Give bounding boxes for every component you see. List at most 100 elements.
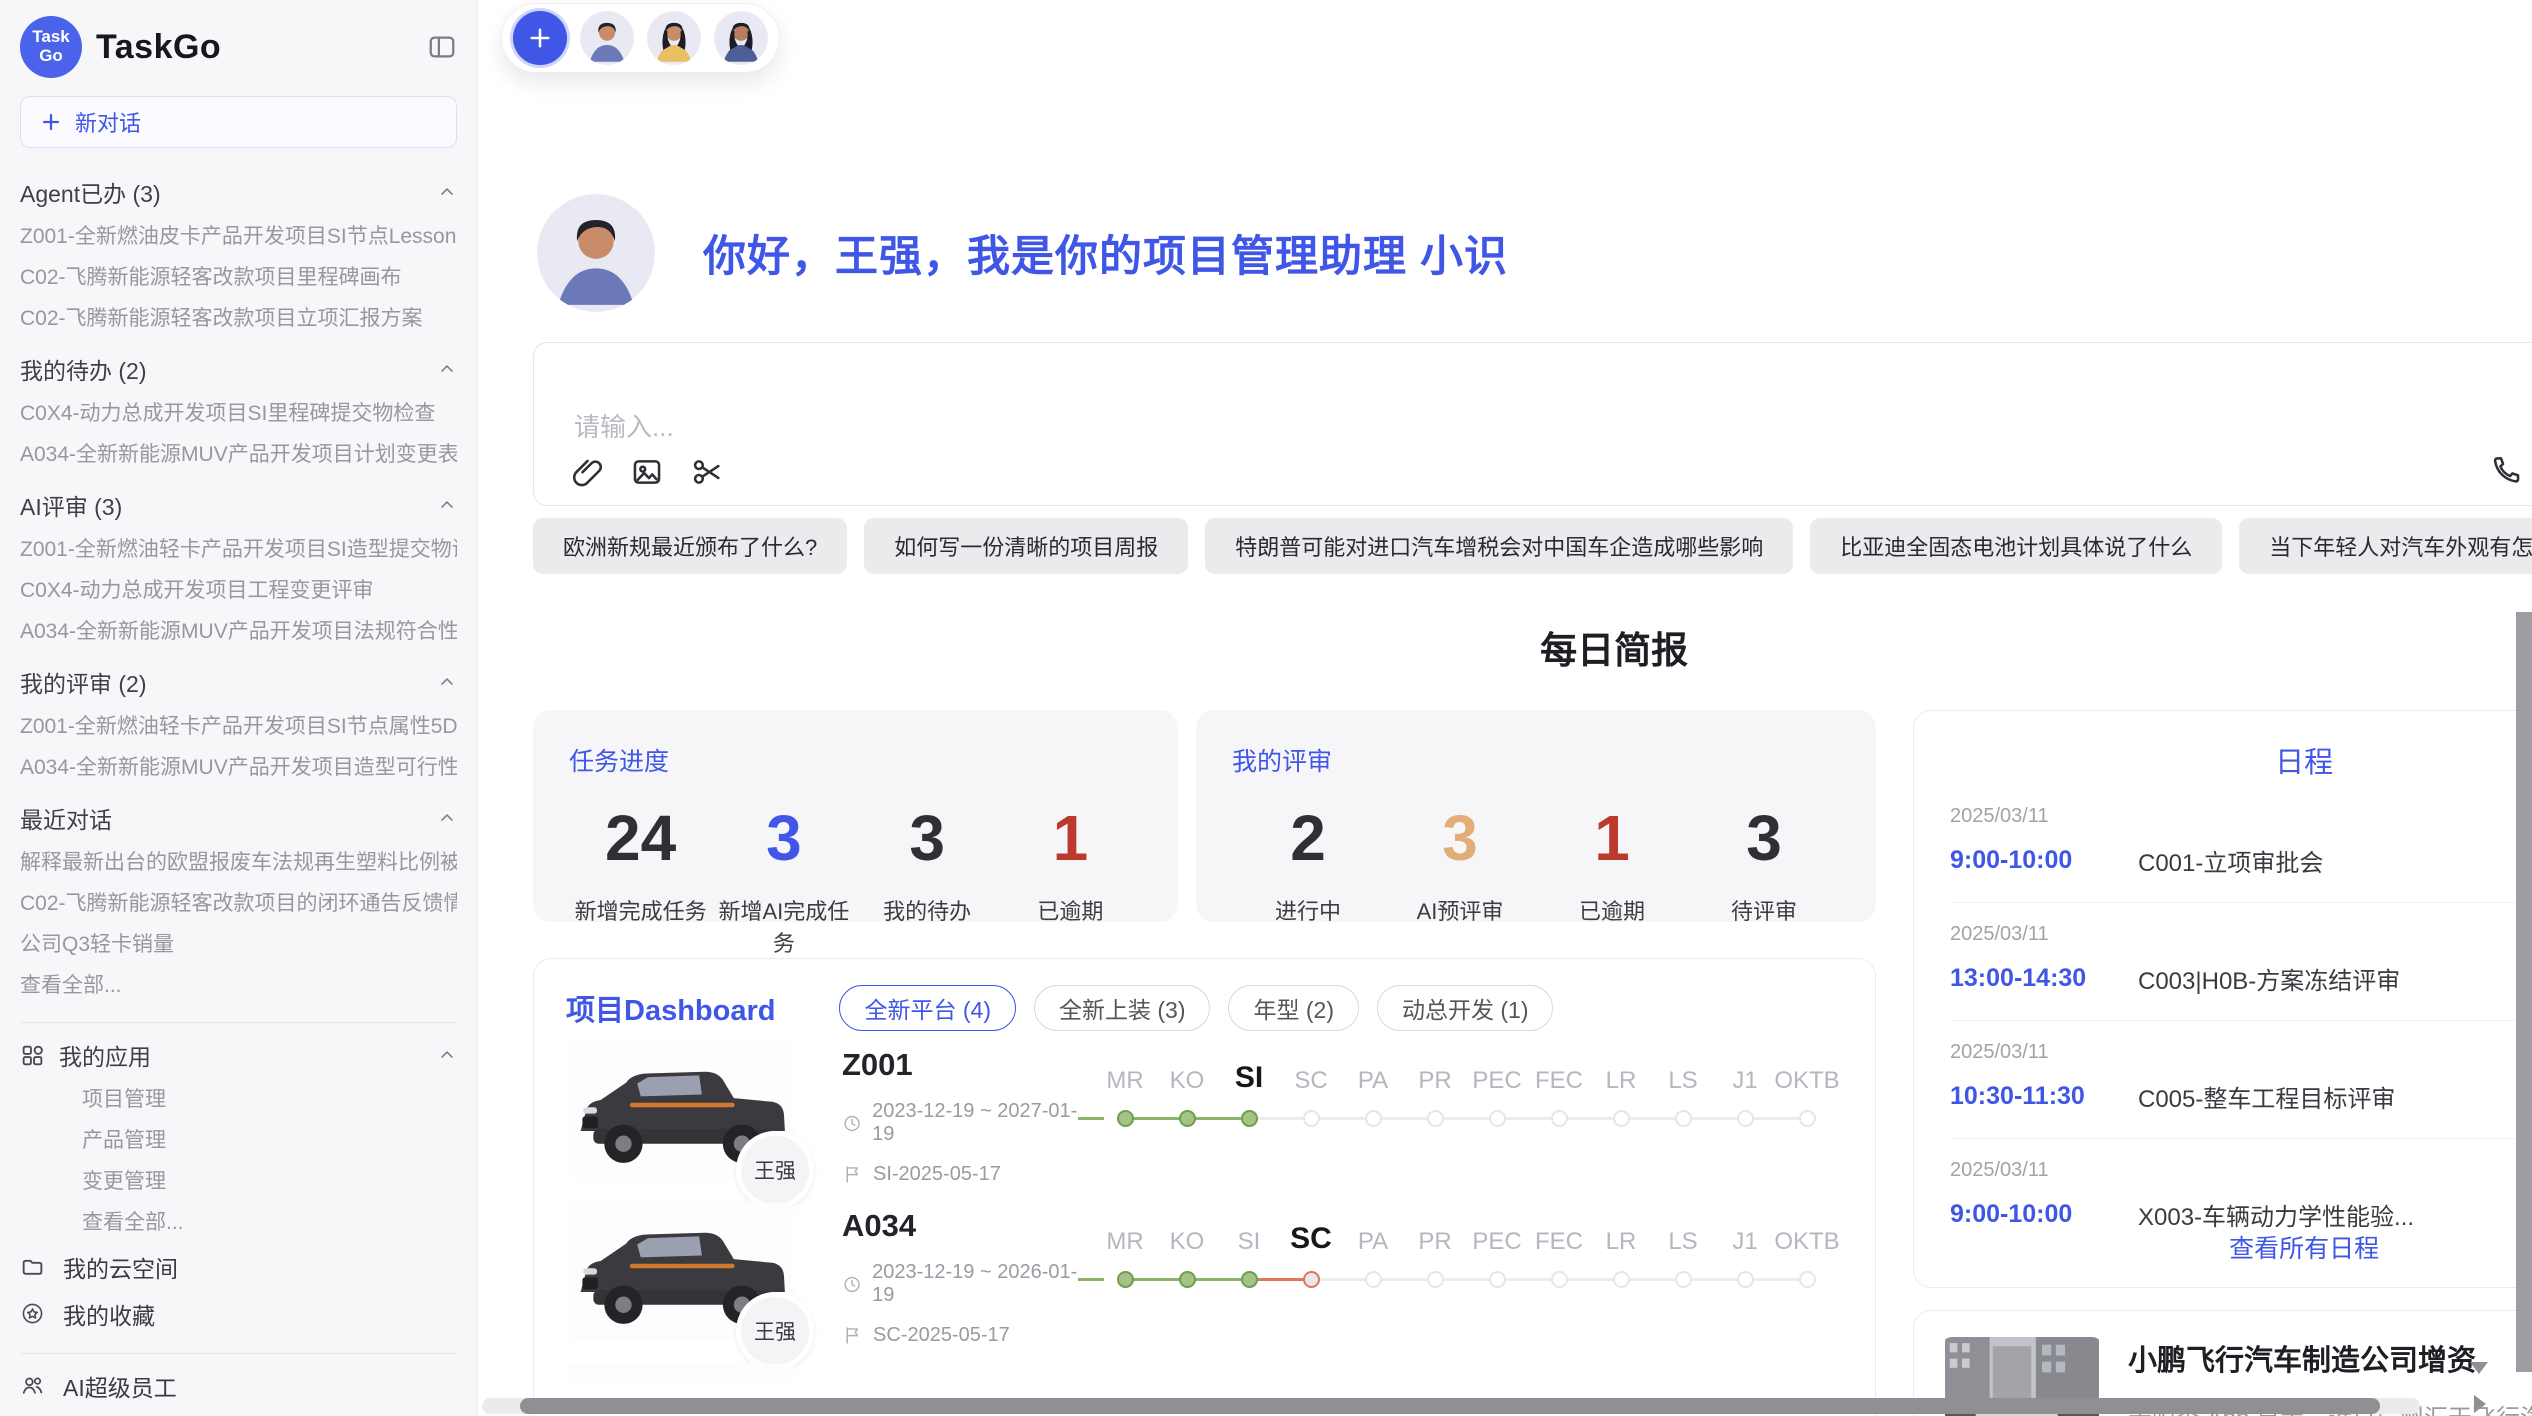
app-logo: Task Go bbox=[20, 16, 82, 78]
sidebar-item[interactable]: Z001-全新燃油皮卡产品开发项目SI节点Lesson Learn报告 bbox=[20, 216, 457, 257]
project-row: 王强A0342023-12-19 ~ 2026-01-19SC-2025-05-… bbox=[566, 1202, 1843, 1342]
dashboard-filter[interactable]: 全新平台 (4) bbox=[839, 985, 1016, 1031]
main-area: 王强 你好，王强，我是你的项目管理助理 小识 请输入... 欧洲新规最近颁布了什… bbox=[478, 0, 2532, 1416]
sidebar-item-favorites[interactable]: 我的收藏 bbox=[20, 1290, 457, 1337]
milestone-dot bbox=[1675, 1110, 1692, 1127]
scroll-down-arrow[interactable] bbox=[2470, 1362, 2488, 1374]
stat-label: 待评审 bbox=[1688, 894, 1840, 926]
input-voice-tools bbox=[2490, 453, 2532, 487]
schedule-item: 2025/03/1113:00-14:30C003|H0B-方案冻结评审加入 bbox=[1950, 903, 2532, 1021]
horizontal-scrollbar[interactable] bbox=[482, 1398, 2420, 1414]
milestone-label: PA bbox=[1342, 1210, 1404, 1256]
briefing-card: 任务进度24新增完成任务3新增AI完成任务3我的待办1已逾期 bbox=[533, 710, 1178, 922]
paperclip-icon[interactable] bbox=[570, 455, 604, 489]
schedule-row: 10:30-11:30C005-整车工程目标评审加入 bbox=[1950, 1079, 2532, 1114]
stat: 1已逾期 bbox=[1536, 806, 1688, 926]
milestone-connector bbox=[1745, 1117, 1807, 1120]
sidebar-section-header[interactable]: 我的待办 (2) bbox=[20, 345, 457, 393]
dashboard-filter[interactable]: 年型 (2) bbox=[1228, 985, 1359, 1031]
sidebar-item[interactable]: C02-飞腾新能源轻客改款项目的闭环通告反馈情况 bbox=[20, 883, 457, 924]
chat-input-placeholder: 请输入... bbox=[574, 407, 674, 444]
milestone-label: MR bbox=[1094, 1049, 1156, 1095]
milestone: LR bbox=[1590, 1210, 1652, 1342]
milestone-dot bbox=[1737, 1110, 1754, 1127]
project-row: 王强Z0012023-12-19 ~ 2027-01-19SI-2025-05-… bbox=[566, 1041, 1843, 1181]
sidebar-apps-header[interactable]: 我的应用 bbox=[20, 1031, 457, 1079]
sidebar-section-header[interactable]: Agent已办 (3) bbox=[20, 168, 457, 216]
milestone-dot bbox=[1551, 1271, 1568, 1288]
sidebar-section-title: 最近对话 bbox=[20, 801, 437, 835]
member-avatar[interactable] bbox=[647, 11, 701, 65]
sidebar-collapse-icon[interactable] bbox=[427, 32, 457, 62]
schedule-title: 日程 bbox=[1914, 739, 2532, 781]
sidebar-item[interactable]: C02-飞腾新能源轻客改款项目里程碑画布 bbox=[20, 257, 457, 298]
new-chat-button[interactable]: 新对话 bbox=[20, 96, 457, 148]
sidebar-item-ai-super-staff[interactable]: AI超级员工 bbox=[20, 1362, 457, 1409]
sidebar-item[interactable]: C0X4-动力总成开发项目工程变更评审 bbox=[20, 570, 457, 611]
sidebar-item[interactable]: 解释最新出台的欧盟报废车法规再生塑料比例被调至15%... bbox=[20, 842, 457, 883]
stat-label: AI预评审 bbox=[1384, 894, 1536, 926]
sidebar-item[interactable]: Z001-全新燃油轻卡产品开发项目SI造型提交物评审 bbox=[20, 529, 457, 570]
milestone-connector bbox=[1683, 1278, 1745, 1281]
stat-value: 24 bbox=[569, 806, 712, 870]
sidebar-section-header[interactable]: 我的评审 (2) bbox=[20, 658, 457, 706]
vertical-scrollbar-thumb[interactable] bbox=[2516, 612, 2532, 1372]
suggestion-chip[interactable]: 比亚迪全固态电池计划具体说了什么 bbox=[1810, 518, 2222, 574]
sidebar-item[interactable]: 公司Q3轻卡销量 bbox=[20, 924, 457, 965]
milestone: OKTB bbox=[1776, 1049, 1838, 1181]
project-code: A034 bbox=[842, 1208, 1090, 1244]
sidebar-app-item[interactable]: 变更管理 bbox=[20, 1161, 457, 1202]
milestone-dot bbox=[1365, 1110, 1382, 1127]
milestone: OKTB bbox=[1776, 1210, 1838, 1342]
sidebar-app-item[interactable]: 产品管理 bbox=[20, 1120, 457, 1161]
suggestion-chip[interactable]: 欧洲新规最近颁布了什么? bbox=[533, 518, 847, 574]
scissors-icon[interactable] bbox=[690, 455, 724, 489]
sidebar-app-item[interactable]: 查看全部... bbox=[20, 1202, 457, 1243]
sidebar-app-item[interactable]: 项目管理 bbox=[20, 1079, 457, 1120]
sidebar-item-help-me-write[interactable]: 帮我写作 bbox=[20, 1409, 457, 1416]
milestone-connector bbox=[1559, 1117, 1621, 1120]
view-all-link[interactable]: 查看全部... bbox=[20, 965, 457, 1006]
scroll-right-arrow[interactable] bbox=[2474, 1395, 2486, 1413]
sidebar-item[interactable]: A034-全新新能源MUV产品开发项目造型可行性评审 bbox=[20, 747, 457, 788]
member-avatar[interactable] bbox=[714, 11, 768, 65]
milestone: LS bbox=[1652, 1210, 1714, 1342]
milestone: FEC bbox=[1528, 1049, 1590, 1181]
suggestion-chip[interactable]: 如何写一份清晰的项目周报 bbox=[864, 518, 1188, 574]
view-all-schedule-link[interactable]: 查看所有日程 bbox=[1914, 1229, 2532, 1265]
sidebar-shortcuts: 我的云空间我的收藏 bbox=[20, 1243, 457, 1337]
suggestion-chip[interactable]: 特朗普可能对进口汽车增税会对中国车企造成哪些影响 bbox=[1205, 518, 1793, 574]
member-avatar[interactable] bbox=[580, 11, 634, 65]
milestone: PEC bbox=[1466, 1049, 1528, 1181]
milestone-connector bbox=[1311, 1278, 1373, 1281]
dashboard-filter[interactable]: 动总开发 (1) bbox=[1377, 985, 1554, 1031]
dashboard-filter[interactable]: 全新上装 (3) bbox=[1034, 985, 1211, 1031]
project-image: 王强 bbox=[566, 1041, 798, 1181]
assistant-hero: 你好，王强，我是你的项目管理助理 小识 bbox=[533, 194, 2532, 312]
image-icon[interactable] bbox=[630, 455, 664, 489]
suggestion-chip[interactable]: 当下年轻人对汽车外观有怎样的喜好趋势 bbox=[2239, 518, 2532, 574]
sidebar-item-cloud-space[interactable]: 我的云空间 bbox=[20, 1243, 457, 1290]
briefing-card: 我的评审2进行中3AI预评审1已逾期3待评审 bbox=[1196, 710, 1876, 922]
project-image: 王强 bbox=[566, 1202, 798, 1342]
phone-icon[interactable] bbox=[2490, 453, 2524, 487]
milestone-label: SC bbox=[1280, 1210, 1342, 1256]
sidebar-item[interactable]: A034-全新新能源MUV产品开发项目法规符合性评审 bbox=[20, 611, 457, 652]
milestone: LS bbox=[1652, 1049, 1714, 1181]
sidebar-item[interactable]: A034-全新新能源MUV产品开发项目计划变更表编写 bbox=[20, 434, 457, 475]
stat-value: 3 bbox=[1384, 806, 1536, 870]
sidebar-item[interactable]: C02-飞腾新能源轻客改款项目立项汇报方案 bbox=[20, 298, 457, 339]
sidebar-section-header[interactable]: AI评审 (3) bbox=[20, 481, 457, 529]
member-avatars bbox=[580, 11, 768, 65]
schedule-time: 9:00-10:00 bbox=[1950, 846, 2138, 875]
sidebar-item[interactable]: Z001-全新燃油轻卡产品开发项目SI节点属性5D文件评审 bbox=[20, 706, 457, 747]
sidebar-item[interactable]: C0X4-动力总成开发项目SI里程碑提交物检查 bbox=[20, 393, 457, 434]
milestone-dot bbox=[1551, 1110, 1568, 1127]
milestone-connector bbox=[1435, 1278, 1497, 1281]
flag-icon bbox=[842, 1164, 863, 1185]
add-member-button[interactable] bbox=[513, 11, 567, 65]
horizontal-scrollbar-thumb[interactable] bbox=[520, 1398, 2380, 1414]
sidebar-section-header[interactable]: 最近对话 bbox=[20, 794, 457, 842]
chat-input[interactable]: 请输入... bbox=[533, 342, 2532, 506]
new-chat-label: 新对话 bbox=[75, 106, 141, 138]
